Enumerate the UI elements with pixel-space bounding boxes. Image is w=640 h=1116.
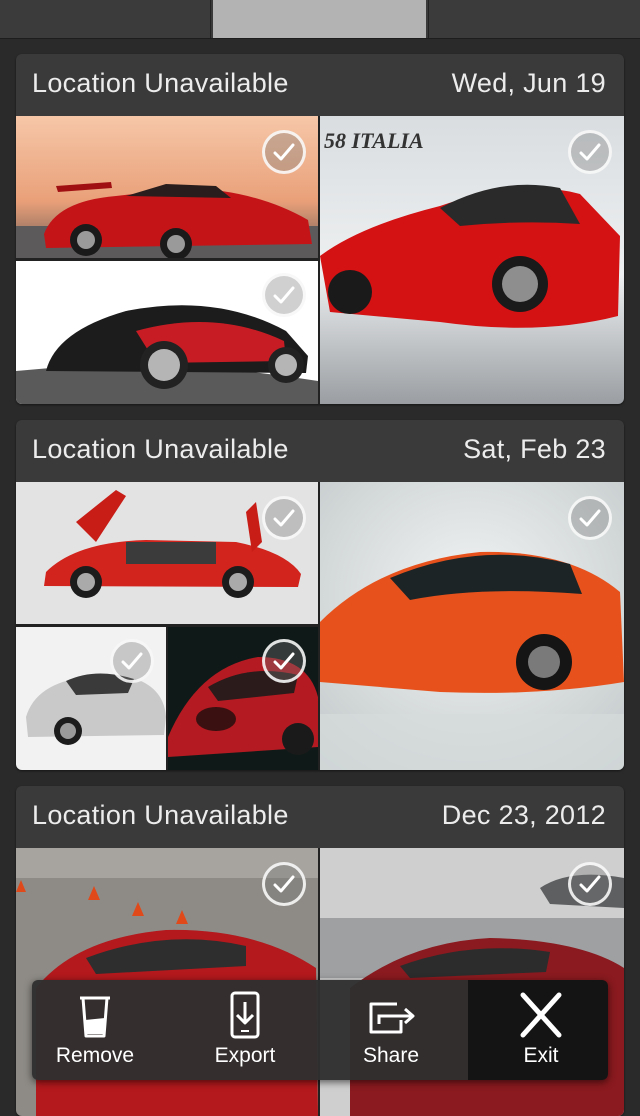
photo-grid: 58 ITALIA [16,116,624,404]
photo-group-card: Location Unavailable Wed, Jun 19 58 ITAL… [16,54,624,404]
select-check[interactable] [262,862,306,906]
photo-thumbnail[interactable] [16,482,318,624]
photo-thumbnail[interactable] [16,116,318,258]
select-check[interactable] [262,639,306,683]
select-check[interactable] [568,862,612,906]
photo-group-header: Location Unavailable Wed, Jun 19 [16,54,624,116]
checkmark-icon [121,652,143,670]
location-label: Location Unavailable [32,434,289,464]
exit-label: Exit [523,1044,559,1067]
remove-button[interactable]: Remove [32,980,158,1080]
tab-right[interactable] [428,0,640,38]
date-label: Dec 23, 2012 [441,800,606,830]
select-check[interactable] [262,496,306,540]
checkmark-icon [273,875,295,893]
ferrari-badge-text: 58 ITALIA [324,128,424,153]
checkmark-icon [273,509,295,527]
checkmark-icon [273,143,295,161]
trash-icon [80,996,110,1038]
select-check[interactable] [568,496,612,540]
checkmark-icon [273,286,295,304]
exit-button[interactable]: Exit [478,980,604,1080]
remove-label: Remove [55,1044,135,1067]
photo-thumbnail[interactable]: 58 ITALIA [320,116,624,404]
photo-thumbnail[interactable] [16,627,166,770]
export-label: Export [214,1044,276,1067]
checkmark-icon [579,143,601,161]
photo-group-card: Location Unavailable Sat, Feb 23 [16,420,624,770]
action-toolbar: Remove Export Share Exit [32,980,608,1080]
checkmark-icon [273,652,295,670]
checkmark-icon [579,875,601,893]
checkmark-icon [579,509,601,527]
photo-group-header: Location Unavailable Sat, Feb 23 [16,420,624,482]
photo-group-header: Location Unavailable Dec 23, 2012 [16,786,624,848]
select-check[interactable] [262,273,306,317]
photo-thumbnail[interactable] [16,261,318,404]
export-icon [230,991,260,1039]
date-label: Sat, Feb 23 [463,434,606,464]
select-check[interactable] [262,130,306,174]
share-label: Share [362,1044,420,1067]
export-button[interactable]: Export [182,980,308,1080]
share-button[interactable]: Share [328,980,454,1080]
share-icon [369,1002,415,1034]
date-label: Wed, Jun 19 [451,68,606,98]
tab-left[interactable] [0,0,211,38]
top-tab-bar [0,0,640,39]
select-check[interactable] [110,639,154,683]
tab-center-selected[interactable] [213,0,426,38]
location-label: Location Unavailable [32,68,289,98]
close-icon [520,992,562,1038]
photo-grid [16,482,624,770]
photo-thumbnail[interactable] [320,482,624,770]
select-check[interactable] [568,130,612,174]
location-label: Location Unavailable [32,800,289,830]
photo-thumbnail[interactable] [168,627,318,770]
